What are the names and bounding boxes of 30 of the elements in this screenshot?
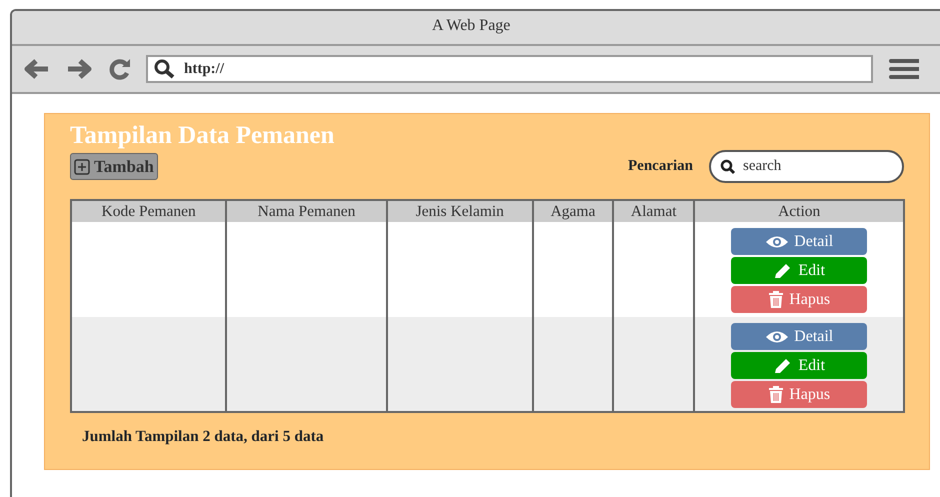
column-header: Agama [532, 200, 613, 222]
eye-icon [765, 234, 790, 248]
column-header: Alamat [613, 200, 694, 222]
detail-button[interactable]: Detail [731, 323, 868, 350]
trash-icon [768, 290, 784, 308]
search-field[interactable]: search [709, 150, 904, 183]
edit-button[interactable]: Edit [731, 352, 868, 379]
plus-icon [74, 158, 90, 174]
column-header: Nama Pemanen [226, 200, 387, 222]
add-button[interactable]: Tambah [70, 153, 158, 180]
column-header: Kode Pemanen [71, 200, 226, 222]
search-icon [154, 59, 176, 79]
eye-icon [765, 330, 790, 344]
detail-button[interactable]: Detail [731, 228, 868, 255]
refresh-icon[interactable] [108, 58, 132, 80]
page-heading: Tampilan Data Pemanen [70, 122, 334, 149]
column-header: Jenis Kelamin [386, 200, 533, 222]
menu-icon[interactable] [889, 58, 919, 80]
data-count-text: Jumlah Tampilan 2 data, dari 5 data [82, 427, 325, 447]
search-icon [720, 159, 736, 175]
back-icon[interactable] [24, 59, 50, 79]
trash-icon [768, 386, 784, 404]
edit-button[interactable]: Edit [731, 257, 868, 284]
window-title: A Web Page [431, 16, 512, 36]
search-label: Pencarian [628, 157, 693, 176]
delete-button[interactable]: Hapus [731, 286, 868, 313]
forward-icon[interactable] [66, 59, 92, 79]
column-header: Action [694, 200, 904, 222]
address-bar[interactable]: http:// [146, 55, 873, 83]
delete-button[interactable]: Hapus [731, 381, 868, 408]
